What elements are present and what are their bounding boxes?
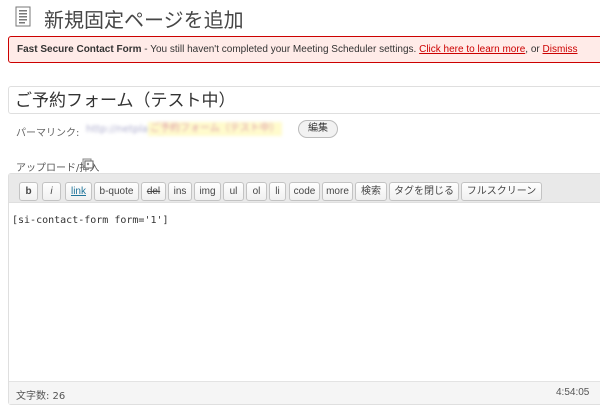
last-saved-time: 4:54:05 bbox=[556, 387, 590, 398]
notice-plugin-name: Fast Secure Contact Form bbox=[17, 44, 142, 55]
qt-close-tags-button[interactable]: タグを閉じる bbox=[389, 182, 459, 201]
permalink-slug[interactable]: ご予約フォーム（テスト中） bbox=[148, 122, 282, 136]
page-icon bbox=[15, 6, 31, 27]
qt-img-button[interactable]: img bbox=[194, 182, 221, 201]
qt-bold-button[interactable]: b bbox=[19, 182, 38, 201]
editor-status-bar bbox=[9, 381, 600, 404]
qt-ol-button[interactable]: ol bbox=[246, 182, 267, 201]
qt-ins-button[interactable]: ins bbox=[168, 182, 192, 201]
qt-code-button[interactable]: code bbox=[289, 182, 320, 201]
quicktags-toolbar: b i link b-quote del ins img ul ol li co… bbox=[9, 174, 600, 203]
media-upload-icon[interactable] bbox=[82, 157, 94, 169]
learn-more-link[interactable]: Click here to learn more bbox=[419, 44, 525, 55]
qt-li-button[interactable]: li bbox=[269, 182, 286, 201]
notice-separator: , or bbox=[525, 44, 543, 55]
post-title-input[interactable]: ご予約フォーム（テスト中） bbox=[8, 86, 600, 114]
notice-message: - You still haven't completed your Meeti… bbox=[141, 44, 420, 55]
qt-ul-button[interactable]: ul bbox=[223, 182, 244, 201]
qt-bquote-button[interactable]: b-quote bbox=[94, 182, 139, 201]
permalink-label: パーマリンク: bbox=[16, 128, 80, 139]
admin-notice: Fast Secure Contact Form - You still hav… bbox=[8, 36, 600, 63]
dismiss-link[interactable]: Dismiss bbox=[543, 44, 578, 55]
qt-more-button[interactable]: more bbox=[322, 182, 353, 201]
editor-textarea[interactable]: [si-contact-form form='1'] bbox=[12, 215, 572, 375]
qt-fullscreen-button[interactable]: フルスクリーン bbox=[461, 182, 542, 201]
edit-permalink-button[interactable]: 編集 bbox=[298, 120, 338, 138]
page-title: 新規固定ページを追加 bbox=[44, 8, 244, 32]
qt-del-button[interactable]: del bbox=[141, 182, 166, 201]
qt-italic-button[interactable]: i bbox=[42, 182, 61, 201]
word-count: 文字数: 26 bbox=[16, 391, 66, 402]
qt-link-button[interactable]: link bbox=[65, 182, 92, 201]
qt-search-button[interactable]: 検索 bbox=[355, 182, 387, 201]
